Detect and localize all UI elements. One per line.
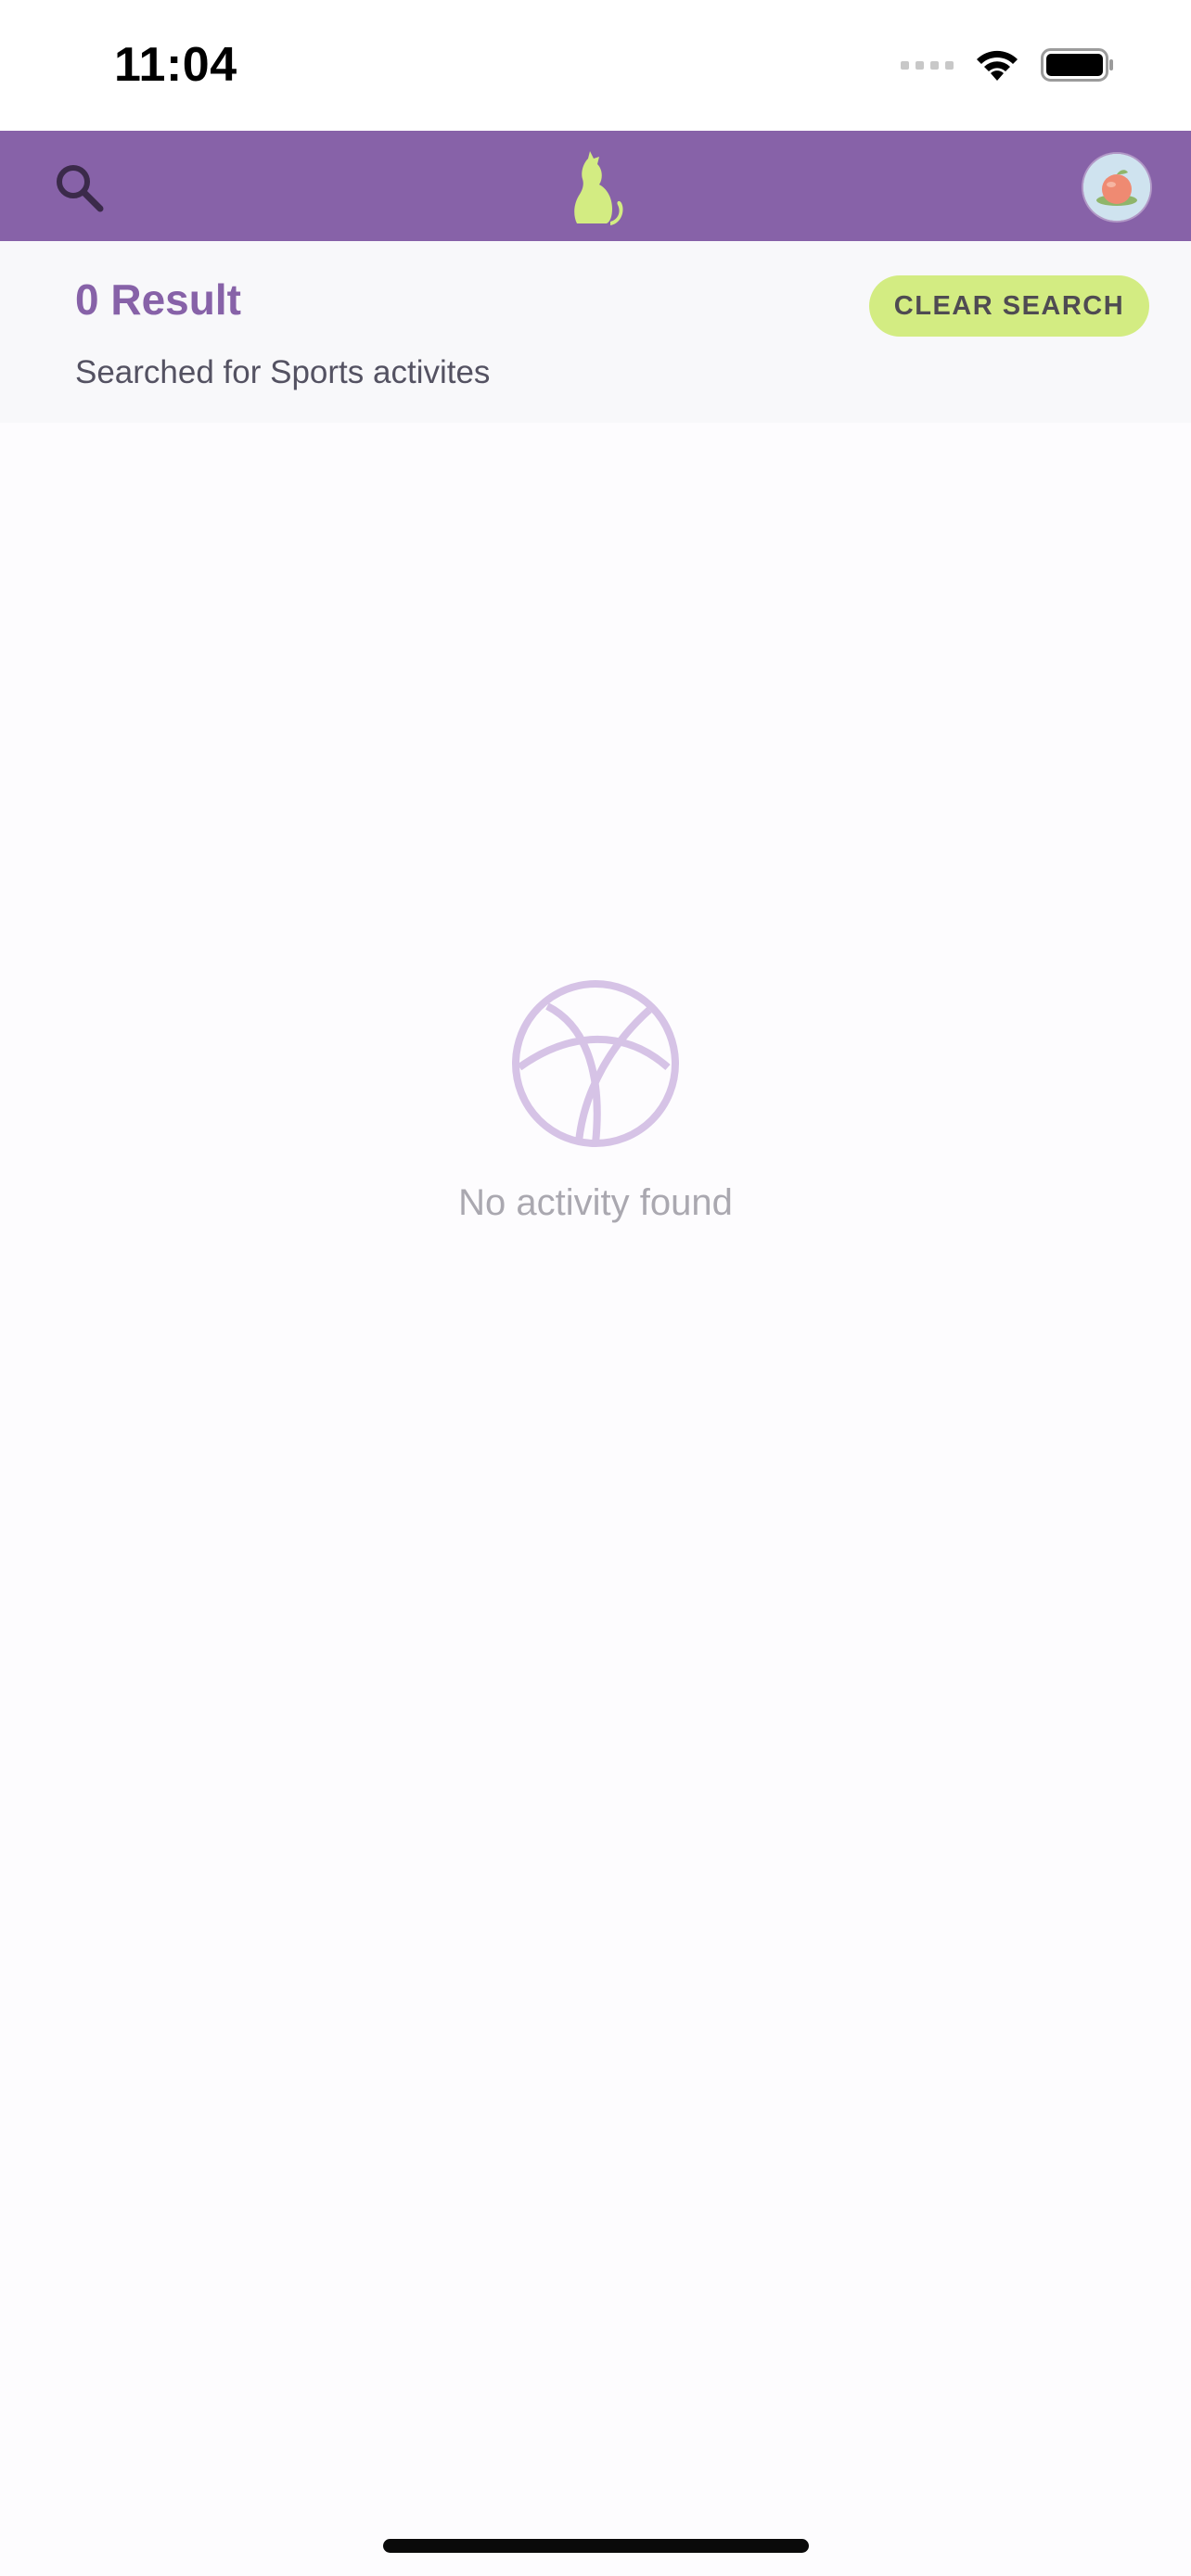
empty-message: No activity found <box>458 1182 733 1223</box>
status-time: 11:04 <box>114 38 237 92</box>
battery-icon <box>1041 48 1113 82</box>
basketball-icon <box>512 980 679 1147</box>
cat-logo-icon[interactable] <box>564 151 629 225</box>
search-query-text: Searched for Sports activites <box>75 354 491 390</box>
empty-state: No activity found <box>0 978 1191 1224</box>
avatar[interactable] <box>1083 154 1150 221</box>
app-bar <box>0 131 1191 241</box>
status-bar: 11:04 <box>0 0 1191 131</box>
status-icons <box>901 46 1115 83</box>
search-button[interactable] <box>46 155 111 220</box>
result-header: 0 Result Searched for Sports activites C… <box>0 241 1191 423</box>
cellular-signal-icon <box>901 60 954 70</box>
home-indicator[interactable] <box>383 2539 809 2553</box>
clear-search-button[interactable]: CLEAR SEARCH <box>869 275 1149 337</box>
avatar-icon <box>1083 154 1150 221</box>
search-icon <box>57 165 104 212</box>
wifi-icon <box>977 50 1018 81</box>
result-count: 0 Result <box>75 275 241 324</box>
